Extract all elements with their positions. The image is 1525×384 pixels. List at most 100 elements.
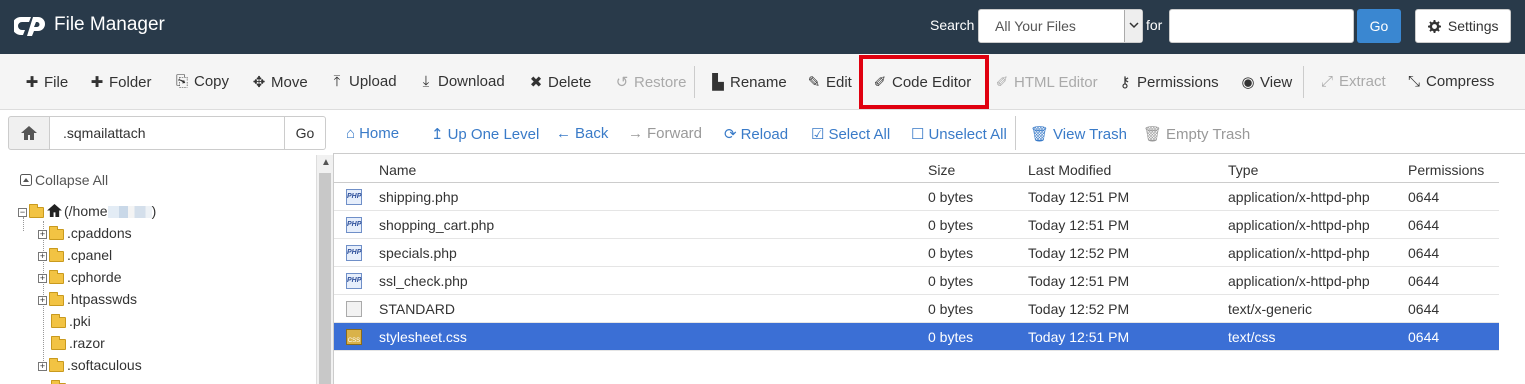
permissions-button[interactable]: ⚷ Permissions	[1118, 73, 1219, 91]
top-header: File Manager Search All Your Files for G…	[0, 0, 1525, 54]
upload-icon: ⤒	[333, 73, 341, 90]
settings-button[interactable]: Settings	[1415, 9, 1511, 43]
table-row[interactable]: PHP ssl_check.php 0 bytes Today 12:51 PM…	[334, 267, 1499, 295]
folder-icon	[49, 291, 64, 306]
tree-scrollbar[interactable]: ▲	[316, 155, 333, 384]
nav-back-button[interactable]: ← Back	[556, 125, 608, 142]
for-label: for	[1146, 17, 1163, 33]
expand-node-icon[interactable]: +	[38, 361, 47, 371]
expand-node-icon[interactable]: +	[38, 229, 47, 239]
table-row[interactable]: PHP shopping_cart.php 0 bytes Today 12:5…	[334, 211, 1499, 239]
home-path-button[interactable]	[8, 116, 50, 150]
tree-folder-pki[interactable]: .pki	[51, 313, 91, 329]
home-icon	[21, 126, 37, 140]
file-type: application/x-httpd-php	[1228, 189, 1370, 205]
chevron-down-icon[interactable]	[1124, 10, 1142, 42]
column-header-size[interactable]: Size	[928, 162, 955, 178]
file-permissions: 0644	[1408, 329, 1440, 345]
arrow-left-icon: ←	[556, 125, 571, 142]
tree-folder-cpaddons[interactable]: + .cpaddons	[38, 225, 132, 241]
table-row-selected[interactable]: CSS stylesheet.css 0 bytes Today 12:51 P…	[334, 323, 1499, 351]
scrollbar-thumb[interactable]	[319, 173, 331, 384]
html-editor-button[interactable]: ✐ HTML Editor	[995, 73, 1098, 91]
file-modified: Today 12:51 PM	[1028, 273, 1130, 289]
view-button[interactable]: ◉ View	[1241, 73, 1292, 91]
tree-folder-softaculous[interactable]: + .softaculous	[38, 357, 142, 373]
path-input[interactable]: .sqmailattach	[49, 116, 285, 150]
tree-folder-razor[interactable]: .razor	[51, 335, 105, 351]
folder-icon	[51, 313, 66, 328]
search-input[interactable]	[1169, 9, 1354, 43]
nav-home-button[interactable]: ⌂ Home	[346, 125, 399, 142]
nav-up-one-level-button[interactable]: ↥ Up One Level	[431, 125, 539, 143]
tree-folder-htpasswds[interactable]: + .htpasswds	[38, 291, 137, 307]
open-folder-icon	[29, 203, 44, 218]
table-row[interactable]: PHP specials.php 0 bytes Today 12:52 PM …	[334, 239, 1499, 267]
nav-reload-button[interactable]: ⟳ Reload	[724, 125, 788, 143]
settings-label: Settings	[1447, 18, 1499, 34]
nav-forward-button[interactable]: → Forward	[628, 125, 702, 142]
file-type: application/x-httpd-php	[1228, 245, 1370, 261]
table-row[interactable]: PHP shipping.php 0 bytes Today 12:51 PM …	[334, 183, 1499, 211]
home-icon: ⌂	[346, 125, 356, 142]
column-header-last-modified[interactable]: Last Modified	[1028, 162, 1111, 178]
search-scope-select[interactable]: All Your Files	[978, 9, 1143, 43]
file-size: 0 bytes	[928, 329, 974, 345]
nav-unselect-all-button[interactable]: ☐ Unselect All	[911, 125, 1007, 143]
php-file-icon: PHP	[346, 217, 362, 233]
php-file-icon: PHP	[346, 189, 362, 205]
collapse-icon	[20, 174, 32, 186]
nav-empty-trash-button[interactable]: 🗑 Empty Trash	[1143, 125, 1250, 143]
path-go-button[interactable]: Go	[284, 116, 326, 150]
expand-icon: ⤢	[1320, 73, 1333, 90]
copy-button[interactable]: ⎘ Copy	[175, 73, 229, 90]
move-button[interactable]: ✥ Move	[252, 73, 308, 91]
tree-folder-cpanel[interactable]: + .cpanel	[38, 247, 112, 263]
check-square-icon: ☑	[811, 126, 825, 143]
tree-root[interactable]: − (/home)	[18, 203, 156, 219]
copy-icon: ⎘	[175, 73, 188, 90]
download-button[interactable]: ⤓ Download	[419, 73, 505, 90]
column-header-permissions[interactable]: Permissions	[1408, 162, 1484, 178]
folder-icon	[49, 247, 64, 262]
pencil-icon: ✎	[807, 74, 821, 91]
toolbar-divider	[1303, 66, 1304, 98]
square-icon: ☐	[911, 126, 925, 143]
file-name: shipping.php	[379, 189, 459, 205]
table-row[interactable]: STANDARD 0 bytes Today 12:52 PM text/x-g…	[334, 295, 1499, 323]
restore-button[interactable]: ↺ Restore	[615, 73, 687, 91]
action-toolbar: ✚ File ✚ Folder ⎘ Copy ✥ Move ⤒ Upload ⤓ Downl…	[0, 54, 1525, 110]
new-folder-button[interactable]: ✚ Folder	[90, 73, 152, 91]
expand-node-icon[interactable]: +	[38, 251, 47, 261]
expand-node-icon[interactable]: +	[38, 295, 47, 305]
file-modified: Today 12:51 PM	[1028, 189, 1130, 205]
nav-view-trash-button[interactable]: 🗑 View Trash	[1030, 125, 1127, 143]
upload-button[interactable]: ⤒ Upload	[330, 73, 397, 90]
expand-node-icon[interactable]: +	[38, 273, 47, 283]
folder-icon	[49, 269, 64, 284]
rename-button[interactable]: ▙ Rename	[711, 73, 786, 91]
tree-folder-cphorde[interactable]: + .cphorde	[38, 269, 121, 285]
reload-icon: ⟳	[724, 126, 737, 143]
new-file-button[interactable]: ✚ File	[25, 73, 68, 91]
tree-folder-partial[interactable]	[51, 379, 69, 384]
search-go-button[interactable]: Go	[1357, 9, 1401, 43]
column-header-type[interactable]: Type	[1228, 162, 1258, 178]
code-editor-highlight	[859, 55, 989, 109]
table-scrollbar[interactable]	[1499, 154, 1525, 384]
extract-button[interactable]: ⤢ Extract	[1320, 73, 1386, 90]
search-scope-value: All Your Files	[995, 18, 1076, 34]
compress-button[interactable]: ⤡ Compress	[1407, 73, 1494, 90]
nav-select-all-button[interactable]: ☑ Select All	[811, 125, 890, 143]
collapse-all-button[interactable]: Collapse All	[20, 172, 108, 188]
edit-button[interactable]: ✎ Edit	[807, 73, 852, 91]
file-modified: Today 12:51 PM	[1028, 329, 1130, 345]
cpanel-logo-icon[interactable]	[14, 13, 46, 39]
chevron-up-icon[interactable]: ▲	[321, 157, 331, 168]
collapse-node-icon[interactable]: −	[18, 207, 27, 217]
tree-connector	[23, 217, 24, 231]
delete-button[interactable]: ✖ Delete	[529, 73, 592, 91]
compress-icon: ⤡	[1407, 73, 1420, 90]
file-name: specials.php	[379, 245, 457, 261]
column-header-name[interactable]: Name	[379, 162, 416, 178]
